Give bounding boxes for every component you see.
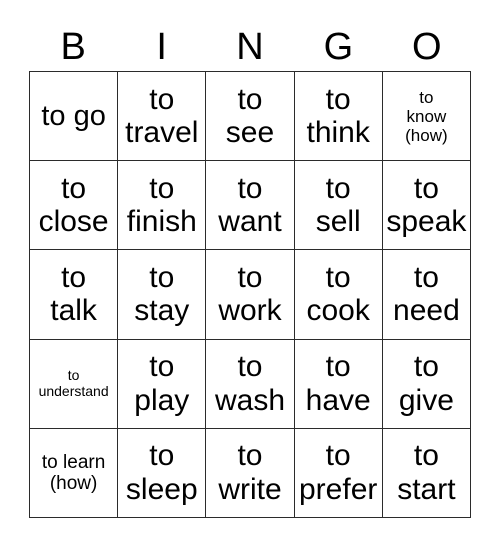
bingo-cell-text: to finish (126, 171, 197, 239)
bingo-cell-text: to go (41, 99, 106, 132)
bingo-header-letter-o: O (412, 25, 442, 68)
bingo-cell-text: to want (218, 171, 282, 239)
bingo-cell-text: to sleep (125, 439, 198, 506)
bingo-cell[interactable]: to see (206, 72, 295, 162)
bingo-cell-text: to work (218, 260, 282, 328)
bingo-header-letter-g: G (323, 25, 354, 68)
bingo-cell-text: to prefer (299, 439, 378, 506)
bingo-cell-text: to play (134, 350, 190, 417)
bingo-cell[interactable]: to wash (206, 339, 295, 429)
bingo-cell-text: to talk (50, 260, 97, 328)
bingo-cell-text: to sell (315, 171, 361, 239)
bingo-cell-text: to think (306, 82, 370, 150)
bingo-cell-text: to cook (306, 260, 370, 328)
bingo-cell[interactable]: to start (382, 428, 471, 518)
bingo-cell-text: to wash (214, 350, 286, 417)
bingo-cell-text: to stay (134, 260, 190, 328)
bingo-cell[interactable]: to stay (118, 250, 207, 340)
bingo-cell[interactable]: to know (how) (382, 72, 471, 162)
bingo-cell[interactable]: to finish (118, 161, 207, 251)
bingo-cell-text: to give (398, 350, 454, 417)
bingo-header-letter-b: B (60, 25, 86, 68)
bingo-cell[interactable]: to think (294, 72, 383, 162)
bingo-card: B I N G O to go to travel to see to thin… (0, 0, 500, 544)
bingo-header-letter-i: I (156, 25, 167, 68)
bingo-cell[interactable]: to talk (30, 250, 119, 340)
bingo-cell[interactable]: to have (294, 339, 383, 429)
bingo-cell[interactable]: to close (30, 161, 119, 251)
bingo-cell-text: to speak (386, 171, 467, 239)
bingo-cell[interactable]: to prefer (294, 428, 383, 518)
bingo-cell[interactable]: to play (118, 339, 207, 429)
bingo-cell[interactable]: to speak (382, 161, 471, 251)
bingo-cell-text: to travel (125, 82, 199, 150)
bingo-cell-text: to start (397, 439, 456, 506)
bingo-cell[interactable]: to understand (30, 339, 119, 429)
bingo-cell-text: to know (how) (405, 87, 448, 145)
bingo-cell[interactable]: to travel (118, 72, 207, 162)
bingo-cell[interactable]: to cook (294, 250, 383, 340)
bingo-cell-text: to write (218, 439, 282, 506)
bingo-cell[interactable]: to sell (294, 161, 383, 251)
bingo-cell[interactable]: to go (30, 72, 119, 162)
bingo-grid: to go to travel to see to think to know … (29, 71, 471, 518)
bingo-cell[interactable]: to give (382, 339, 471, 429)
bingo-cell[interactable]: to sleep (118, 428, 207, 518)
bingo-cell[interactable]: to work (206, 250, 295, 340)
bingo-cell-text: to need (393, 260, 460, 328)
bingo-cell[interactable]: to learn (how) (30, 428, 119, 518)
bingo-cell-text: to have (305, 350, 371, 417)
bingo-header-row: B I N G O (29, 22, 471, 71)
bingo-header-letter-n: N (236, 25, 264, 68)
bingo-cell-text: to learn (how) (41, 451, 106, 494)
bingo-cell[interactable]: to want (206, 161, 295, 251)
bingo-cell-text: to close (38, 171, 109, 239)
bingo-cell[interactable]: to write (206, 428, 295, 518)
bingo-cell-text: to see (225, 82, 275, 150)
bingo-cell-text: to understand (38, 367, 109, 399)
bingo-cell[interactable]: to need (382, 250, 471, 340)
